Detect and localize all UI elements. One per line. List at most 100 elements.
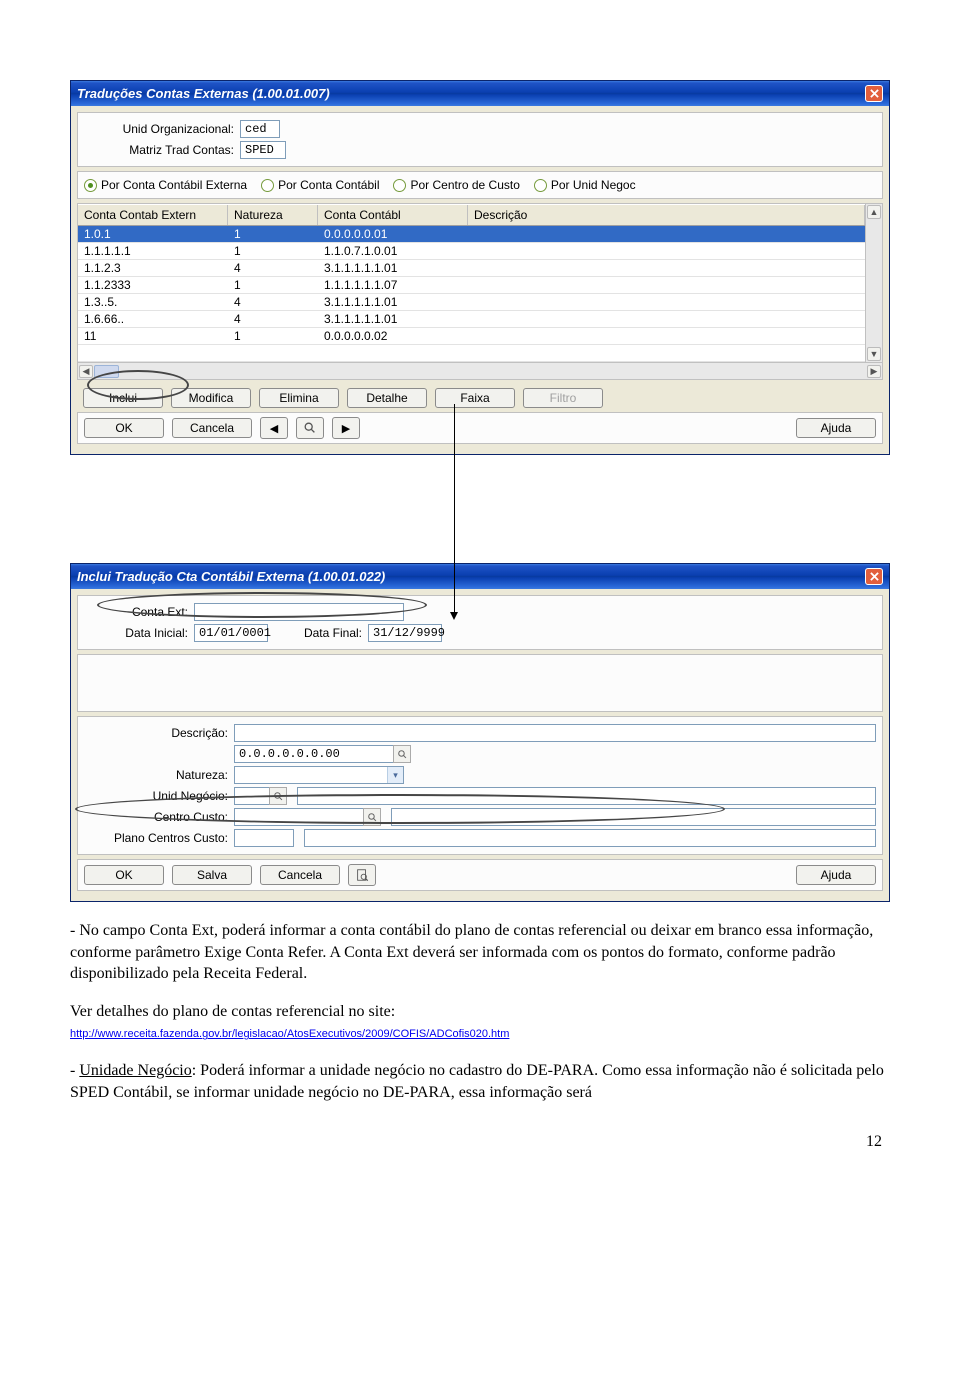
col-natureza[interactable]: Natureza bbox=[228, 205, 318, 225]
cell: 4 bbox=[228, 294, 318, 310]
table-row[interactable]: 1110.0.0.0.0.02 bbox=[78, 328, 865, 345]
data-inicial-input[interactable]: 01/01/0001 bbox=[194, 624, 268, 642]
cell: 4 bbox=[228, 311, 318, 327]
plano-centros-desc[interactable] bbox=[304, 829, 876, 847]
elimina-button[interactable]: Elimina bbox=[259, 388, 339, 408]
cell: 1.1.2333 bbox=[78, 277, 228, 293]
faixa-button[interactable]: Faixa bbox=[435, 388, 515, 408]
radio-conta-externa[interactable]: Por Conta Contábil Externa bbox=[84, 178, 247, 192]
ok-button[interactable]: OK bbox=[84, 418, 164, 438]
next-button[interactable]: ▶ bbox=[332, 417, 360, 439]
table-row[interactable] bbox=[78, 345, 865, 362]
cell bbox=[468, 260, 865, 276]
plano-centros-input[interactable] bbox=[234, 829, 294, 847]
scroll-left-icon[interactable]: ◀ bbox=[79, 365, 93, 378]
cell: 3.1.1.1.1.1.01 bbox=[318, 311, 468, 327]
table-row[interactable]: 1.1.1.1.111.1.0.7.1.0.01 bbox=[78, 243, 865, 260]
table: Conta Contab Extern Natureza Conta Contá… bbox=[77, 203, 883, 380]
unid-org-value[interactable]: ced bbox=[240, 120, 280, 138]
table-row[interactable]: 1.6.66..43.1.1.1.1.1.01 bbox=[78, 311, 865, 328]
scroll-down-icon[interactable]: ▼ bbox=[867, 347, 881, 361]
matriz-label: Matriz Trad Contas: bbox=[84, 143, 240, 157]
radio-icon bbox=[84, 179, 97, 192]
scroll-up-icon[interactable]: ▲ bbox=[867, 205, 881, 219]
table-row[interactable]: 1.0.110.0.0.0.0.01 bbox=[78, 226, 865, 243]
radio-icon bbox=[261, 179, 274, 192]
cancela-button[interactable]: Cancela bbox=[260, 865, 340, 885]
cell bbox=[468, 311, 865, 327]
table-row[interactable]: 1.3..5.43.1.1.1.1.1.01 bbox=[78, 294, 865, 311]
cell: 4 bbox=[228, 260, 318, 276]
ajuda-button[interactable]: Ajuda bbox=[796, 865, 876, 885]
cancela-button[interactable]: Cancela bbox=[172, 418, 252, 438]
salva-button[interactable]: Salva bbox=[172, 865, 252, 885]
annotation-ellipse-inclui bbox=[87, 370, 189, 400]
cell: 1.3..5. bbox=[78, 294, 228, 310]
close-icon[interactable] bbox=[865, 568, 883, 585]
cell: 1.1.2.3 bbox=[78, 260, 228, 276]
cell bbox=[228, 345, 318, 361]
cell: 1 bbox=[228, 277, 318, 293]
close-icon[interactable] bbox=[865, 85, 883, 102]
cell: 0.0.0.0.0.01 bbox=[318, 226, 468, 242]
filtro-button: Filtro bbox=[523, 388, 603, 408]
unid-org-label: Unid Organizacional: bbox=[84, 122, 240, 136]
titlebar-1[interactable]: Traduções Contas Externas (1.00.01.007) bbox=[71, 81, 889, 106]
search-record-button[interactable] bbox=[348, 864, 376, 886]
title-1: Traduções Contas Externas (1.00.01.007) bbox=[77, 86, 330, 101]
radio-icon bbox=[534, 179, 547, 192]
matriz-value[interactable]: SPED bbox=[240, 141, 286, 159]
body-text: - No campo Conta Ext, poderá informar a … bbox=[70, 920, 890, 1103]
chevron-down-icon: ▾ bbox=[387, 767, 403, 783]
cell: 1.1.1.1.1 bbox=[78, 243, 228, 259]
cell: 3.1.1.1.1.1.01 bbox=[318, 294, 468, 310]
cell: 1.0.1 bbox=[78, 226, 228, 242]
code-input[interactable]: 0.0.0.0.0.0.00 bbox=[234, 745, 394, 763]
horizontal-scrollbar[interactable]: ◀ ▶ bbox=[77, 363, 883, 380]
cell bbox=[318, 345, 468, 361]
title-2: Inclui Tradução Cta Contábil Externa (1.… bbox=[77, 569, 385, 584]
radio-group: Por Conta Contábil Externa Por Conta Con… bbox=[84, 176, 876, 194]
link-receita[interactable]: http://www.receita.fazenda.gov.br/legisl… bbox=[70, 1028, 509, 1040]
search-record-button[interactable] bbox=[296, 417, 324, 439]
col-descricao[interactable]: Descrição bbox=[468, 205, 865, 225]
page-number: 12 bbox=[70, 1133, 890, 1151]
data-final-input[interactable]: 31/12/9999 bbox=[368, 624, 442, 642]
paragraph-1: - No campo Conta Ext, poderá informar a … bbox=[70, 920, 890, 985]
radio-conta-contabil[interactable]: Por Conta Contábil bbox=[261, 178, 379, 192]
cell bbox=[468, 243, 865, 259]
annotation-ellipse-conta-ext bbox=[97, 592, 427, 618]
radio-centro-custo[interactable]: Por Centro de Custo bbox=[393, 178, 519, 192]
ok-button[interactable]: OK bbox=[84, 865, 164, 885]
cell: 3.1.1.1.1.1.01 bbox=[318, 260, 468, 276]
radio-unid-negoc[interactable]: Por Unid Negoc bbox=[534, 178, 636, 192]
cell: 1 bbox=[228, 328, 318, 344]
detalhe-button[interactable]: Detalhe bbox=[347, 388, 427, 408]
cell: 1 bbox=[228, 226, 318, 242]
cell: 1.1.1.1.1.1.07 bbox=[318, 277, 468, 293]
descricao-label: Descrição: bbox=[84, 726, 234, 740]
cell bbox=[468, 328, 865, 344]
first-button[interactable]: ◀ bbox=[260, 417, 288, 439]
vertical-scrollbar[interactable]: ▲ ▼ bbox=[866, 203, 883, 363]
cell bbox=[468, 226, 865, 242]
col-conta-extern[interactable]: Conta Contab Extern bbox=[78, 205, 228, 225]
cell: 11 bbox=[78, 328, 228, 344]
titlebar-2[interactable]: Inclui Tradução Cta Contábil Externa (1.… bbox=[71, 564, 889, 589]
table-row[interactable]: 1.1.233311.1.1.1.1.1.07 bbox=[78, 277, 865, 294]
descricao-input[interactable] bbox=[234, 724, 876, 742]
col-conta-contabl[interactable]: Conta Contábl bbox=[318, 205, 468, 225]
paragraph-3: - Unidade Negócio: Poderá informar a uni… bbox=[70, 1060, 890, 1103]
data-final-label: Data Final: bbox=[278, 626, 368, 640]
cell bbox=[468, 294, 865, 310]
lookup-code-button[interactable] bbox=[393, 745, 411, 763]
cell: 1.6.66.. bbox=[78, 311, 228, 327]
plano-centros-label: Plano Centros Custo: bbox=[84, 831, 234, 845]
table-row[interactable]: 1.1.2.343.1.1.1.1.1.01 bbox=[78, 260, 865, 277]
scroll-right-icon[interactable]: ▶ bbox=[867, 365, 881, 378]
window-traducoes: Traduções Contas Externas (1.00.01.007) … bbox=[70, 80, 890, 455]
natureza-dropdown[interactable]: ▾ bbox=[234, 766, 404, 784]
annotation-arrow-line bbox=[454, 404, 455, 614]
radio-icon bbox=[393, 179, 406, 192]
ajuda-button[interactable]: Ajuda bbox=[796, 418, 876, 438]
